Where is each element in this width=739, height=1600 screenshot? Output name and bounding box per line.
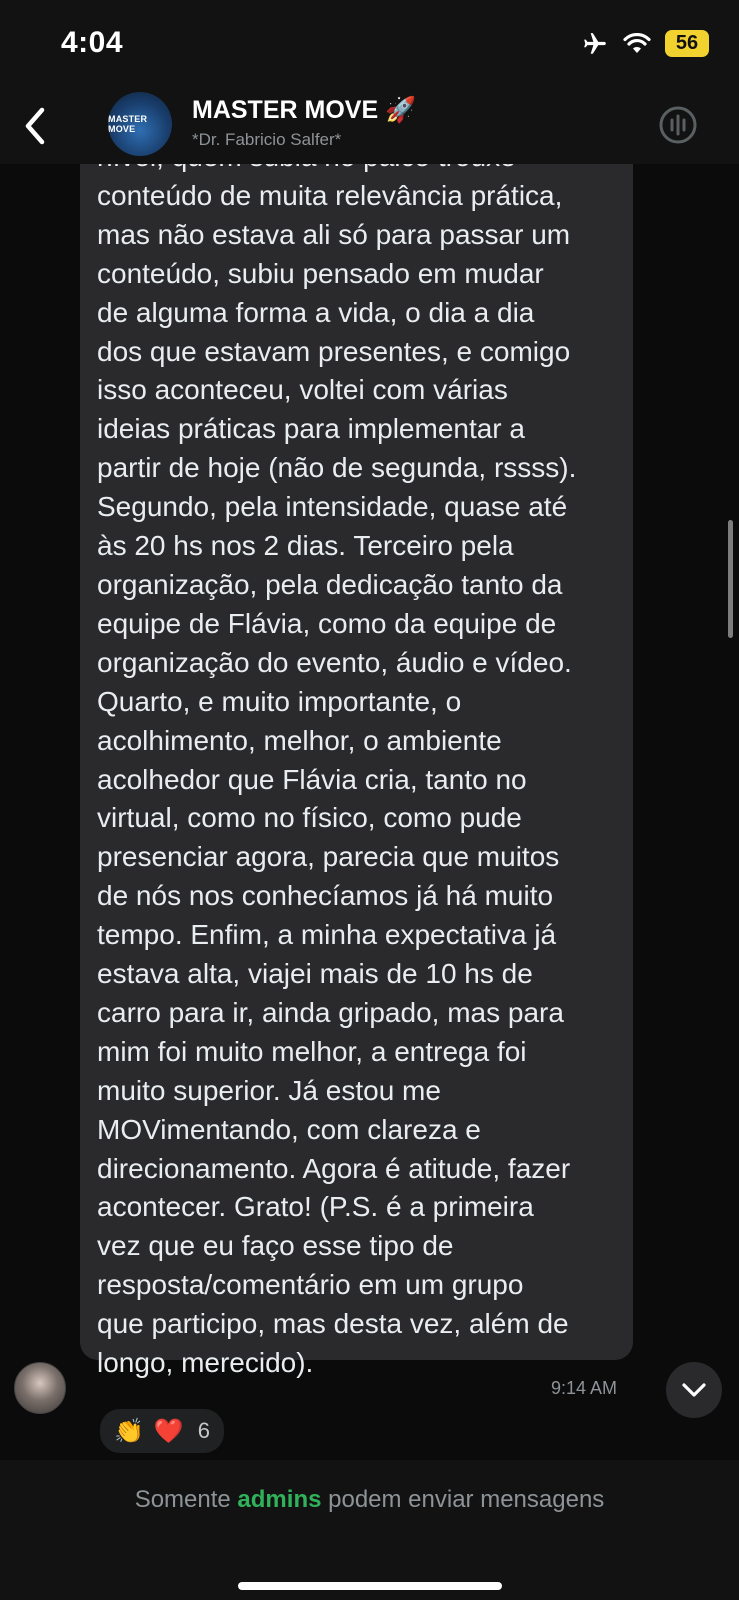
- chevron-left-icon: [25, 107, 45, 145]
- status-bar: 4:04 56: [0, 0, 739, 88]
- reactions-badge[interactable]: 👏 ❤️ 6: [98, 1407, 227, 1455]
- group-avatar-logo-text: MASTER MOVE: [108, 114, 148, 134]
- footer-bar: Somente admins podem enviar mensagens: [0, 1460, 739, 1600]
- status-time: 4:04: [61, 26, 124, 59]
- back-button[interactable]: [20, 104, 50, 153]
- scroll-to-bottom-button[interactable]: [666, 1362, 722, 1418]
- reaction-count: 6: [197, 1418, 211, 1443]
- clap-emoji: 👏: [114, 1417, 144, 1445]
- chat-header: MASTER MOVE MASTER MOVE 🚀 *Dr. Fabricio …: [0, 88, 739, 164]
- scrollbar[interactable]: [728, 520, 733, 638]
- heart-emoji: ❤️: [153, 1417, 184, 1445]
- wifi-icon: [623, 32, 651, 53]
- chat-area[interactable]: nível, quem subia no palco trouxe conteú…: [0, 164, 739, 1460]
- rocket-emoji: 🚀: [385, 96, 417, 124]
- status-icons: 56: [581, 30, 709, 57]
- message-timestamp: 9:14 AM: [550, 1378, 617, 1398]
- group-avatar[interactable]: MASTER MOVE: [108, 92, 172, 156]
- home-indicator[interactable]: [238, 1582, 502, 1590]
- chevron-down-icon: [682, 1383, 706, 1397]
- group-subtitle: *Dr. Fabricio Salfer*: [192, 130, 342, 149]
- notice-suffix: podem enviar mensagens: [328, 1486, 605, 1513]
- group-title[interactable]: MASTER MOVE 🚀: [192, 96, 416, 125]
- airplane-icon: [584, 32, 606, 54]
- battery-icon: 56: [665, 30, 709, 57]
- notice-prefix: Somente: [134, 1486, 231, 1513]
- audio-wave-icon: [659, 106, 697, 144]
- admins-link[interactable]: admins: [237, 1486, 321, 1513]
- voice-chat-button[interactable]: [657, 104, 699, 151]
- group-name: MASTER MOVE: [192, 96, 379, 124]
- sender-avatar[interactable]: [14, 1362, 66, 1414]
- admins-only-notice: Somente admins podem enviar mensagens: [0, 1486, 739, 1514]
- message-text: nível, quem subia no palco trouxe conteú…: [97, 164, 577, 1379]
